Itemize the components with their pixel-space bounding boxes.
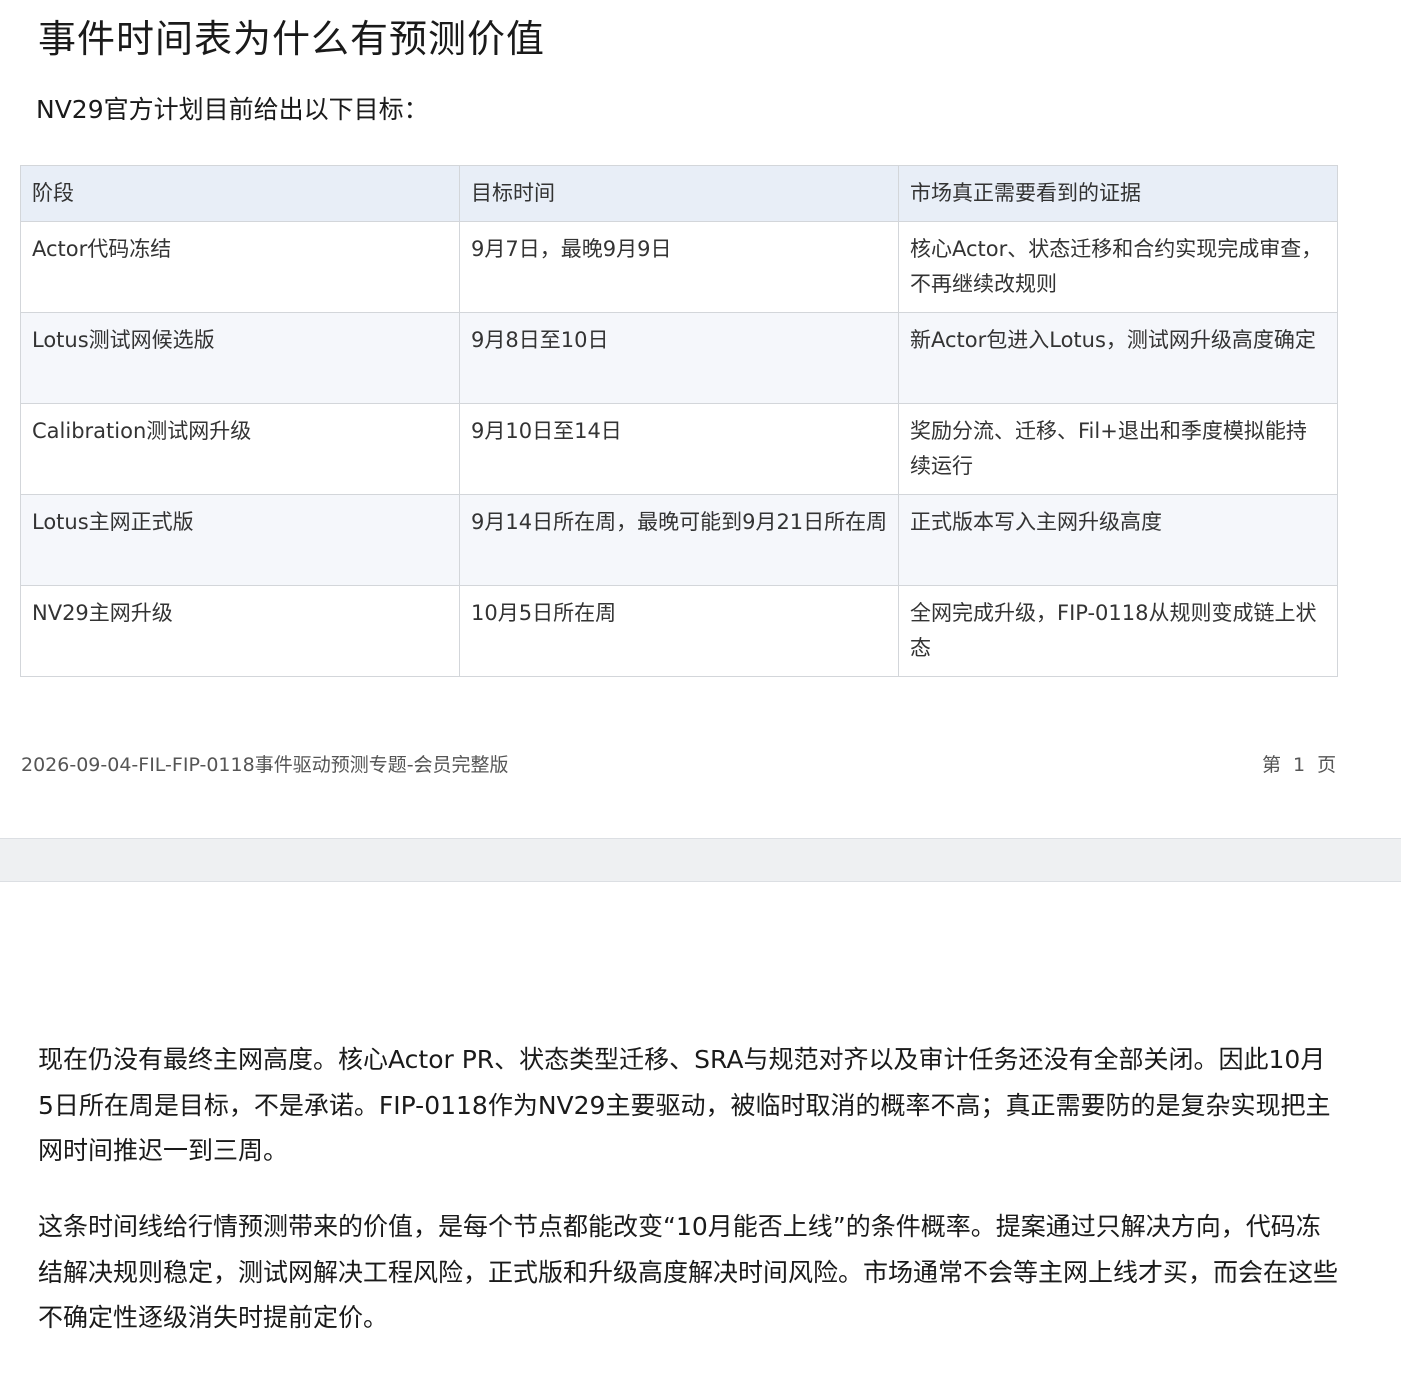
- document-page-2: 现在仍没有最终主网高度。核心Actor PR、状态类型迁移、SRA与规范对齐以及…: [0, 882, 1401, 1391]
- table-row: Actor代码冻结 9月7日，最晚9月9日 核心Actor、状态迁移和合约实现完…: [20, 221, 1338, 313]
- intro-text: NV29官方计划目前给出以下目标：: [36, 95, 429, 124]
- footer-page-number: 第 1 页: [1262, 754, 1337, 776]
- cell-target-time: 9月8日至10日: [459, 312, 899, 404]
- table-row: NV29主网升级 10月5日所在周 全网完成升级，FIP-0118从规则变成链上…: [20, 585, 1338, 677]
- cell-evidence: 正式版本写入主网升级高度: [898, 494, 1338, 586]
- cell-target-time: 9月14日所在周，最晚可能到9月21日所在周: [459, 494, 899, 586]
- body-paragraph: 这条时间线给行情预测带来的价值，是每个节点都能改变“10月能否上线”的条件概率。…: [38, 1212, 1339, 1332]
- cell-stage: Calibration测试网升级: [20, 403, 460, 495]
- header-stage: 阶段: [20, 165, 460, 222]
- cell-stage: Actor代码冻结: [20, 221, 460, 313]
- header-evidence: 市场真正需要看到的证据: [898, 165, 1338, 222]
- header-target-time: 目标时间: [459, 165, 899, 222]
- cell-target-time: 9月10日至14日: [459, 403, 899, 495]
- cell-evidence: 新Actor包进入Lotus，测试网升级高度确定: [898, 312, 1338, 404]
- cell-evidence: 核心Actor、状态迁移和合约实现完成审查，不再继续改规则: [898, 221, 1338, 313]
- cell-stage: NV29主网升级: [20, 585, 460, 677]
- timeline-table: 阶段 目标时间 市场真正需要看到的证据 Actor代码冻结 9月7日，最晚9月9…: [20, 165, 1338, 677]
- footer-document-name: 2026-09-04-FIL-FIP-0118事件驱动预测专题-会员完整版: [21, 754, 509, 776]
- page-separator: [0, 838, 1401, 882]
- table-row: Lotus测试网候选版 9月8日至10日 新Actor包进入Lotus，测试网升…: [20, 312, 1338, 404]
- table-row: Lotus主网正式版 9月14日所在周，最晚可能到9月21日所在周 正式版本写入…: [20, 494, 1338, 586]
- cell-evidence: 全网完成升级，FIP-0118从规则变成链上状态: [898, 585, 1338, 677]
- section-title: 事件时间表为什么有预测价值: [38, 17, 546, 61]
- document-page-1: 事件时间表为什么有预测价值 NV29官方计划目前给出以下目标： 阶段 目标时间 …: [0, 0, 1401, 838]
- cell-stage: Lotus主网正式版: [20, 494, 460, 586]
- cell-target-time: 9月7日，最晚9月9日: [459, 221, 899, 313]
- cell-evidence: 奖励分流、迁移、Fil+退出和季度模拟能持续运行: [898, 403, 1338, 495]
- table-row: Calibration测试网升级 9月10日至14日 奖励分流、迁移、Fil+退…: [20, 403, 1338, 495]
- cell-target-time: 10月5日所在周: [459, 585, 899, 677]
- table-header-row: 阶段 目标时间 市场真正需要看到的证据: [20, 165, 1338, 222]
- cell-stage: Lotus测试网候选版: [20, 312, 460, 404]
- body-paragraph: 现在仍没有最终主网高度。核心Actor PR、状态类型迁移、SRA与规范对齐以及…: [38, 1045, 1331, 1165]
